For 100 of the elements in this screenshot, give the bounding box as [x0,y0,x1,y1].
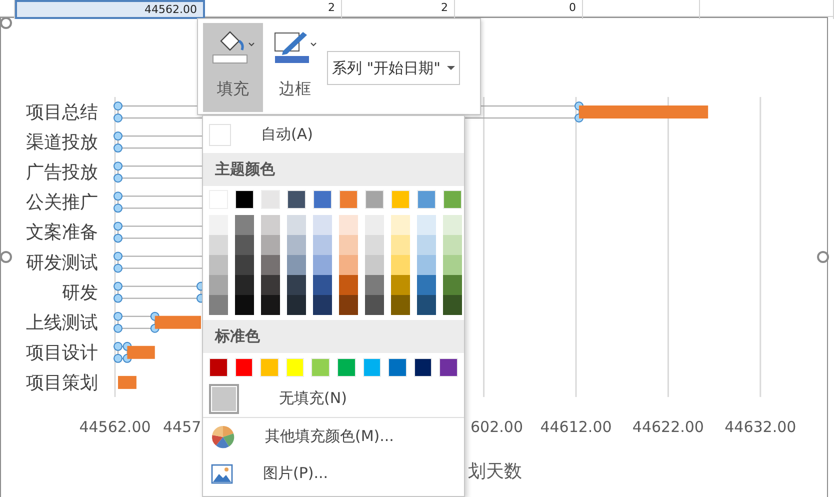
axis-tick-label: 44622.00 [632,418,704,436]
category-label: 渠道投放 [26,132,98,154]
category-label: 公关推广 [26,192,98,214]
axis-tick-label: 44612.00 [540,418,612,436]
picture-option[interactable]: 图片(P)... [203,455,464,492]
color-swatch[interactable] [261,215,280,235]
color-swatch[interactable] [261,235,280,255]
category-label: 项目设计 [26,342,98,364]
color-swatch[interactable] [260,358,279,377]
color-swatch[interactable] [287,275,306,295]
series-dropdown[interactable]: 系列 "开始日期" [327,51,460,85]
color-swatch[interactable] [209,275,228,295]
color-swatch[interactable] [391,295,410,315]
color-swatch[interactable] [391,190,410,209]
color-wheel-icon [211,424,235,448]
color-swatch[interactable] [443,215,462,235]
color-swatch[interactable] [339,295,358,315]
axis-title: 划天数 [468,461,522,482]
color-swatch[interactable] [365,215,384,235]
color-swatch[interactable] [313,275,332,295]
category-label: 广告投放 [26,162,98,184]
axis-tick-label: 44562.00 [79,418,151,436]
color-swatch[interactable] [417,275,436,295]
color-swatch[interactable] [313,215,332,235]
color-swatch[interactable] [209,295,228,315]
color-swatch[interactable] [417,215,436,235]
color-swatch[interactable] [365,190,384,209]
color-swatch[interactable] [287,190,306,209]
color-swatch[interactable] [365,255,384,275]
color-swatch[interactable] [209,215,228,235]
fill-button[interactable]: 填充 [203,23,263,112]
border-button[interactable]: 边框 [268,23,322,112]
color-swatch[interactable] [311,358,330,377]
color-swatch[interactable] [261,255,280,275]
color-swatch[interactable] [287,255,306,275]
color-swatch[interactable] [339,190,358,209]
table-cell: 44562.00 [15,0,205,19]
picture-icon [211,464,233,484]
more-colors-option[interactable]: 其他填充颜色(M)... [203,417,464,455]
color-swatch[interactable] [235,215,254,235]
color-swatch[interactable] [235,275,254,295]
color-swatch[interactable] [443,235,462,255]
color-swatch[interactable] [235,295,254,315]
category-label: 文案准备 [26,222,98,244]
color-swatch[interactable] [417,255,436,275]
color-swatch[interactable] [235,235,254,255]
color-swatch[interactable] [287,295,306,315]
color-swatch[interactable] [443,255,462,275]
color-swatch[interactable] [235,190,254,209]
color-swatch[interactable] [443,295,462,315]
color-swatch[interactable] [443,275,462,295]
color-swatch[interactable] [414,358,432,377]
color-swatch[interactable] [339,275,358,295]
automatic-option[interactable]: 自动(A) [203,116,464,153]
color-swatch[interactable] [391,275,410,295]
color-swatch[interactable] [365,275,384,295]
color-swatch[interactable] [365,235,384,255]
color-swatch[interactable] [439,358,458,377]
color-swatch[interactable] [313,190,332,209]
resize-handle[interactable] [1,18,12,29]
paint-bucket-icon [211,29,255,65]
bar [118,376,136,389]
bar [154,316,201,329]
color-swatch[interactable] [234,358,254,377]
pen-icon [273,29,317,65]
color-swatch[interactable] [209,358,228,377]
color-swatch[interactable] [336,358,356,377]
color-swatch[interactable] [417,190,436,209]
color-swatch[interactable] [261,295,280,315]
color-swatch[interactable] [388,358,407,377]
color-swatch[interactable] [391,215,410,235]
color-swatch[interactable] [443,190,462,209]
color-swatch[interactable] [391,255,410,275]
color-swatch[interactable] [261,190,280,209]
resize-handle[interactable] [1,251,12,263]
color-swatch[interactable] [339,235,358,255]
axis-tick-label: 4457 [163,418,202,436]
no-fill-option[interactable]: 无填充(N) [203,380,464,417]
resize-handle[interactable] [817,251,829,263]
color-swatch[interactable] [365,295,384,315]
color-swatch[interactable] [209,235,228,255]
color-swatch[interactable] [417,295,436,315]
color-swatch[interactable] [339,255,358,275]
color-swatch[interactable] [339,215,358,235]
color-swatch[interactable] [391,235,410,255]
bar [127,346,155,359]
section-header: 标准色 [203,320,464,353]
color-swatch[interactable] [313,255,332,275]
color-swatch[interactable] [235,255,254,275]
color-swatch[interactable] [313,235,332,255]
color-swatch[interactable] [261,275,280,295]
color-swatch[interactable] [287,235,306,255]
color-swatch[interactable] [362,358,382,377]
color-swatch[interactable] [286,358,304,377]
color-swatch[interactable] [313,295,332,315]
color-swatch[interactable] [417,235,436,255]
color-swatch[interactable] [287,215,306,235]
category-label: 项目策划 [26,372,98,394]
color-swatch[interactable] [209,255,228,275]
axis-tick-label: 602.00 [470,418,523,436]
